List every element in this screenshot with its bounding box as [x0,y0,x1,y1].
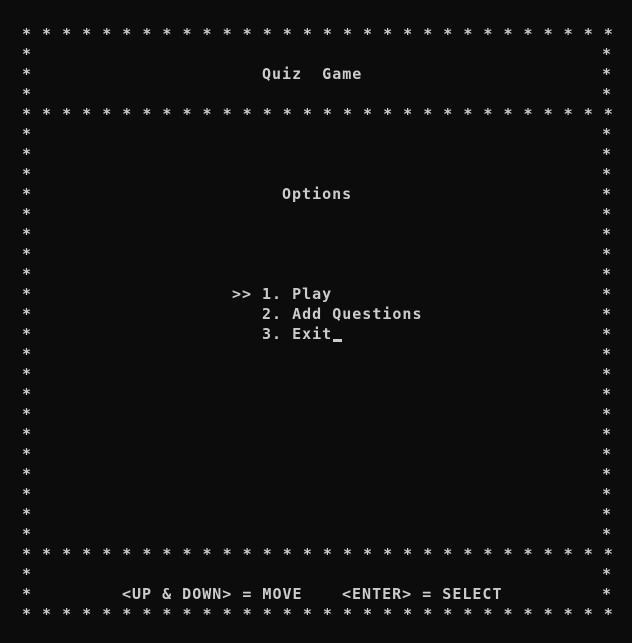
border-row: * * * * * * * * * * * * * * * * * * * * … [22,25,614,43]
border-left: * [22,125,33,143]
border-left: * [22,285,33,303]
border-left: * [22,445,33,463]
border-right: * [602,85,613,103]
border-right: * [602,125,613,143]
border-right: * [602,525,613,543]
border-left: * [22,45,33,63]
border-left: * [22,485,33,503]
border-right: * [602,345,613,363]
border-right: * [602,565,613,583]
border-right: * [602,245,613,263]
menu-heading: Options [282,185,353,203]
border-right: * [602,165,613,183]
controls-select-hint: <ENTER> = SELECT [342,585,503,603]
border-right: * [602,325,613,343]
border-left: * [22,465,33,483]
text-cursor [333,339,342,342]
border-right: * [602,265,613,283]
border-left: * [22,325,33,343]
border-left: * [22,305,33,323]
border-left: * [22,265,33,283]
border-left: * [22,165,33,183]
border-left: * [22,585,33,603]
border-row: * * * * * * * * * * * * * * * * * * * * … [22,545,614,563]
border-right: * [602,365,613,383]
border-right: * [602,285,613,303]
border-right: * [602,385,613,403]
border-left: * [22,65,33,83]
menu-item[interactable]: 3. Exit [262,324,332,344]
border-right: * [602,485,613,503]
border-left: * [22,505,33,523]
border-right: * [602,505,613,523]
border-right: * [602,185,613,203]
border-left: * [22,85,33,103]
border-right: * [602,465,613,483]
menu-selector: >> [232,285,253,303]
border-right: * [602,45,613,63]
border-left: * [22,525,33,543]
border-right: * [602,405,613,423]
border-left: * [22,145,33,163]
border-right: * [602,145,613,163]
border-right: * [602,205,613,223]
border-left: * [22,185,33,203]
controls-move-hint: <UP & DOWN> = MOVE [122,585,303,603]
border-left: * [22,385,33,403]
border-right: * [602,65,613,83]
border-left: * [22,365,33,383]
border-right: * [602,305,613,323]
menu-item[interactable]: 2. Add Questions [262,304,423,324]
border-row: * * * * * * * * * * * * * * * * * * * * … [22,105,614,123]
game-title: Quiz Game [262,65,363,83]
border-left: * [22,225,33,243]
border-left: * [22,245,33,263]
border-left: * [22,425,33,443]
border-right: * [602,225,613,243]
menu-item-selected[interactable]: 1. Play [262,284,332,304]
border-right: * [602,445,613,463]
border-right: * [602,425,613,443]
border-left: * [22,405,33,423]
border-left: * [22,565,33,583]
console-window: * * * * * * * * * * * * * * * * * * * * … [0,0,632,643]
border-row: * * * * * * * * * * * * * * * * * * * * … [22,605,614,623]
border-left: * [22,345,33,363]
border-right: * [602,585,613,603]
border-left: * [22,205,33,223]
